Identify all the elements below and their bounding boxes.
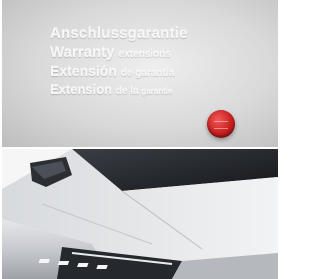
text-line-english: Warranty extensions: [50, 44, 171, 61]
car-front-image: [2, 149, 278, 279]
text-line-spanish: Extensión de garantía: [50, 63, 175, 79]
red-push-button: [207, 110, 235, 138]
embossed-warranty-text: Anschlussgarantie Warranty extensions Ex…: [50, 26, 188, 97]
text-line-french: Extension de la garantie: [50, 82, 173, 97]
car-front-illustration: [2, 149, 278, 279]
text-line-german: Anschlussgarantie: [50, 25, 188, 42]
warranty-extensions-image: Anschlussgarantie Warranty extensions Ex…: [2, 0, 278, 147]
